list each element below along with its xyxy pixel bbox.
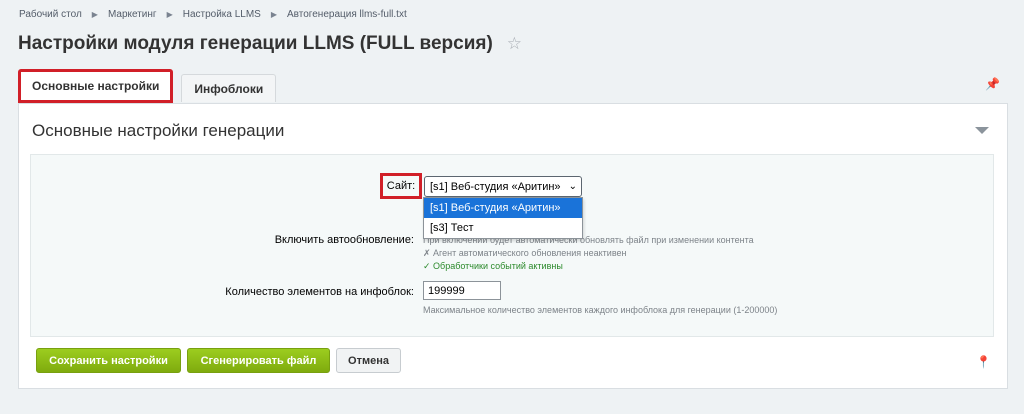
section-title: Основные настройки генерации <box>32 121 285 140</box>
star-icon[interactable]: ☆ <box>507 34 522 54</box>
site-select-value: [s1] Веб-студия «Аритин» <box>430 180 561 193</box>
site-option[interactable]: [s3] Тест <box>424 218 582 238</box>
autoupdate-label: Включить автообновление: <box>274 234 414 246</box>
pin-icon[interactable]: 📌 <box>985 77 1000 91</box>
chevron-right-icon: ▶ <box>91 10 98 19</box>
tab-label: Основные настройки <box>32 79 160 93</box>
site-label: Сайт: <box>380 173 422 199</box>
breadcrumb-item[interactable]: Маркетинг <box>108 9 157 20</box>
chevron-down-icon: ⌄ <box>568 181 577 192</box>
breadcrumb-item[interactable]: Рабочий стол <box>19 9 82 20</box>
site-select[interactable]: [s1] Веб-студия «Аритин» ⌄ <box>424 176 582 197</box>
count-label: Количество элементов на инфоблок: <box>225 286 414 298</box>
count-value: 199999 <box>428 284 465 297</box>
site-dropdown: [s1] Веб-студия «Аритин» [s3] Тест <box>423 197 583 239</box>
tab-label: Инфоблоки <box>194 81 264 96</box>
settings-panel: Основные настройки генерации Сайт: [s1] … <box>18 103 1008 389</box>
tab-infoblocks[interactable]: Инфоблоки <box>181 74 277 102</box>
count-hint: Максимальное количество элементов каждог… <box>423 305 778 315</box>
chevron-right-icon: ▶ <box>166 10 173 19</box>
tab-bar: Основные настройки Инфоблоки <box>18 69 284 103</box>
site-option[interactable]: [s1] Веб-студия «Аритин» <box>424 198 582 218</box>
site-label-text: Сайт: <box>386 180 416 192</box>
generate-button[interactable]: Сгенерировать файл <box>187 348 330 373</box>
count-input[interactable]: 199999 <box>423 281 501 300</box>
tab-main-settings[interactable]: Основные настройки <box>18 69 174 103</box>
breadcrumb-item[interactable]: Настройка LLMS <box>183 9 261 20</box>
agent-status: ✗ Агент автоматического обновления неакт… <box>423 248 627 258</box>
page-title-text: Настройки модуля генерации LLMS (FULL ве… <box>18 33 493 54</box>
pin-icon[interactable]: 📍 <box>976 355 991 369</box>
page-title: Настройки модуля генерации LLMS (FULL ве… <box>18 33 522 55</box>
cancel-button[interactable]: Отмена <box>336 348 401 373</box>
settings-form: Сайт: [s1] Веб-студия «Аритин» ⌄ [s1] Ве… <box>30 154 994 337</box>
breadcrumb-item[interactable]: Автогенерация llms-full.txt <box>287 9 407 20</box>
handlers-status: ✓ Обработчики событий активны <box>423 261 563 271</box>
chevron-right-icon: ▶ <box>270 10 278 19</box>
save-button[interactable]: Сохранить настройки <box>36 348 181 373</box>
breadcrumb: Рабочий стол ▶ Маркетинг ▶ Настройка LLM… <box>19 9 407 20</box>
action-buttons: Сохранить настройки Сгенерировать файл О… <box>36 348 407 373</box>
chevron-down-icon[interactable] <box>975 127 989 134</box>
